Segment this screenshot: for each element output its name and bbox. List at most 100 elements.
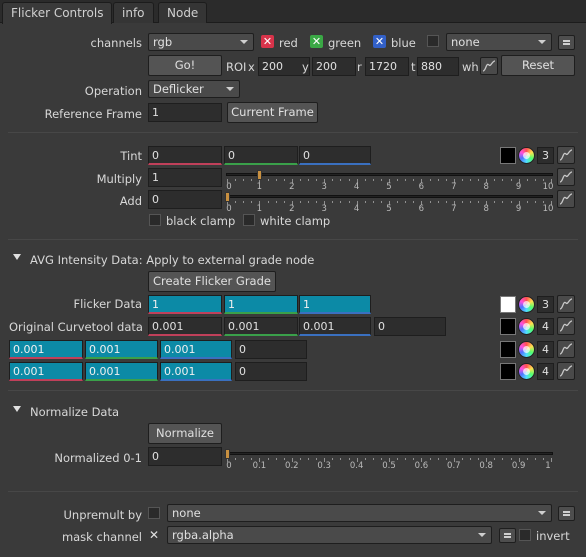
flicker-data-r-field[interactable]: 1 bbox=[148, 295, 222, 314]
curvetool-a-field[interactable]: 0 bbox=[374, 317, 446, 336]
row4-r-field[interactable]: 0.001 bbox=[9, 362, 83, 381]
row3-color-swatch[interactable] bbox=[500, 341, 516, 358]
normalized-slider[interactable]: 0 0.1 0.2 0.3 0.4 0.5 0.6 0.7 0.8 0.9 1 bbox=[225, 449, 553, 471]
blue-checkbox[interactable]: ✕ bbox=[373, 35, 386, 48]
row3-g-field[interactable]: 0.001 bbox=[85, 340, 158, 359]
slider-tick bbox=[332, 179, 334, 181]
color-wheel-icon[interactable] bbox=[518, 296, 535, 313]
roi-r-field[interactable]: 1720 bbox=[365, 57, 409, 76]
reset-button[interactable]: Reset bbox=[501, 55, 575, 76]
row3-channel-count[interactable]: 4 bbox=[537, 341, 554, 358]
slider-tick bbox=[461, 179, 463, 181]
slider-tick bbox=[551, 458, 552, 462]
flicker-data-channel-count[interactable]: 3 bbox=[537, 296, 554, 313]
slider-track[interactable] bbox=[226, 173, 553, 176]
flicker-data-b-field[interactable]: 1 bbox=[299, 295, 371, 314]
color-wheel-icon[interactable] bbox=[518, 318, 535, 335]
tint-color-swatch[interactable] bbox=[500, 147, 516, 164]
unpremult-link-button[interactable] bbox=[558, 506, 575, 521]
channels-dropdown[interactable]: rgb bbox=[148, 33, 254, 51]
slider-tick-label: 2 bbox=[289, 204, 295, 214]
flicker-data-g-field[interactable]: 1 bbox=[224, 295, 298, 314]
flicker-data-curve-button[interactable] bbox=[557, 295, 575, 313]
mask-channel-dropdown[interactable]: rgba.alpha bbox=[167, 526, 492, 544]
collapse-arrow-icon[interactable] bbox=[13, 254, 21, 260]
add-curve-button[interactable] bbox=[557, 190, 575, 208]
unpremult-checkbox[interactable] bbox=[148, 507, 160, 519]
roi-curve-button[interactable] bbox=[480, 57, 498, 75]
curvetool-channel-count[interactable]: 4 bbox=[537, 318, 554, 335]
slider-handle[interactable] bbox=[257, 170, 263, 180]
black-clamp-checkbox[interactable] bbox=[149, 214, 161, 226]
multiply-slider[interactable]: 0 1 2 3 4 5 6 7 8 9 10 bbox=[226, 170, 553, 192]
tab-flicker-controls[interactable]: Flicker Controls bbox=[2, 2, 113, 24]
tint-r-field[interactable]: 0 bbox=[148, 146, 222, 165]
roi-y-field[interactable]: 200 bbox=[312, 57, 356, 76]
multiply-curve-button[interactable] bbox=[557, 168, 575, 186]
slider-tick bbox=[478, 179, 480, 181]
channel-link-button[interactable] bbox=[558, 35, 575, 50]
curvetool-g-field[interactable]: 0.001 bbox=[224, 317, 298, 336]
row3-r-field[interactable]: 0.001 bbox=[9, 340, 83, 359]
slider-tick-label: 3 bbox=[321, 204, 327, 214]
color-wheel-icon[interactable] bbox=[518, 363, 535, 380]
extra-channel-checkbox[interactable] bbox=[427, 35, 439, 47]
row4-channel-count[interactable]: 4 bbox=[537, 363, 554, 380]
slider-track[interactable] bbox=[226, 195, 553, 198]
white-clamp-checkbox[interactable] bbox=[243, 214, 255, 226]
curvetool-r-field[interactable]: 0.001 bbox=[148, 317, 222, 336]
green-checkbox[interactable]: ✕ bbox=[310, 35, 323, 48]
curvetool-color-swatch[interactable] bbox=[500, 318, 516, 335]
create-flicker-grade-button[interactable]: Create Flicker Grade bbox=[148, 271, 276, 292]
current-frame-button[interactable]: Current Frame bbox=[227, 102, 318, 123]
row3-curve-button[interactable] bbox=[557, 340, 575, 358]
row4-curve-button[interactable] bbox=[557, 362, 575, 380]
tab-info[interactable]: info bbox=[113, 2, 154, 23]
go-button[interactable]: Go! bbox=[148, 55, 222, 76]
curvetool-b-field[interactable]: 0.001 bbox=[299, 317, 371, 336]
red-checkbox[interactable]: ✕ bbox=[261, 35, 274, 48]
row4-b-field[interactable]: 0.001 bbox=[160, 362, 232, 381]
slider-tick bbox=[332, 458, 334, 460]
add-slider[interactable]: 0 1 2 3 4 5 6 7 8 9 10 bbox=[225, 192, 553, 214]
row3-b-field[interactable]: 0.001 bbox=[160, 340, 232, 359]
row4-g-field[interactable]: 0.001 bbox=[85, 362, 158, 381]
reference-frame-field[interactable]: 1 bbox=[148, 103, 222, 122]
row4-color-swatch[interactable] bbox=[500, 363, 516, 380]
tab-node[interactable]: Node bbox=[158, 2, 208, 23]
extra-channel-dropdown[interactable]: none bbox=[446, 33, 552, 51]
slider-tick-label: 0.1 bbox=[252, 461, 267, 471]
add-field[interactable]: 0 bbox=[148, 190, 222, 209]
mask-enabled-checkbox[interactable]: ✕ bbox=[149, 528, 161, 542]
slider-tick bbox=[243, 201, 245, 203]
row4-a-field[interactable]: 0 bbox=[235, 362, 307, 381]
roi-t-label: t bbox=[411, 60, 416, 74]
tint-curve-button[interactable] bbox=[557, 146, 575, 164]
mask-channel-value: rgba.alpha bbox=[172, 528, 234, 542]
flicker-data-color-swatch[interactable] bbox=[500, 296, 516, 313]
tint-channel-count[interactable]: 3 bbox=[537, 147, 554, 164]
collapse-arrow-icon[interactable] bbox=[13, 406, 21, 412]
channels-label: channels bbox=[90, 36, 143, 50]
row3-a-field[interactable]: 0 bbox=[235, 340, 307, 359]
tint-b-field[interactable]: 0 bbox=[299, 146, 371, 165]
tint-g-field[interactable]: 0 bbox=[224, 146, 298, 165]
slider-tick bbox=[405, 458, 407, 460]
normalize-button[interactable]: Normalize bbox=[148, 423, 222, 444]
operation-dropdown[interactable]: Deflicker bbox=[148, 80, 240, 98]
curvetool-curve-button[interactable] bbox=[557, 317, 575, 335]
slider-tick-label: 0.9 bbox=[511, 461, 526, 471]
slider-tick bbox=[526, 201, 528, 203]
color-wheel-icon[interactable] bbox=[518, 341, 535, 358]
slider-track[interactable] bbox=[226, 452, 553, 455]
invert-checkbox[interactable] bbox=[519, 529, 531, 541]
color-wheel-icon[interactable] bbox=[518, 147, 535, 164]
multiply-field[interactable]: 1 bbox=[148, 168, 222, 187]
divider bbox=[8, 239, 578, 240]
slider-handle[interactable] bbox=[225, 192, 230, 202]
unpremult-dropdown[interactable]: none bbox=[167, 504, 552, 522]
normalized-field[interactable]: 0 bbox=[148, 447, 222, 466]
slider-handle[interactable] bbox=[225, 449, 230, 459]
mask-link-button[interactable] bbox=[499, 528, 516, 543]
roi-t-field[interactable]: 880 bbox=[417, 57, 459, 76]
